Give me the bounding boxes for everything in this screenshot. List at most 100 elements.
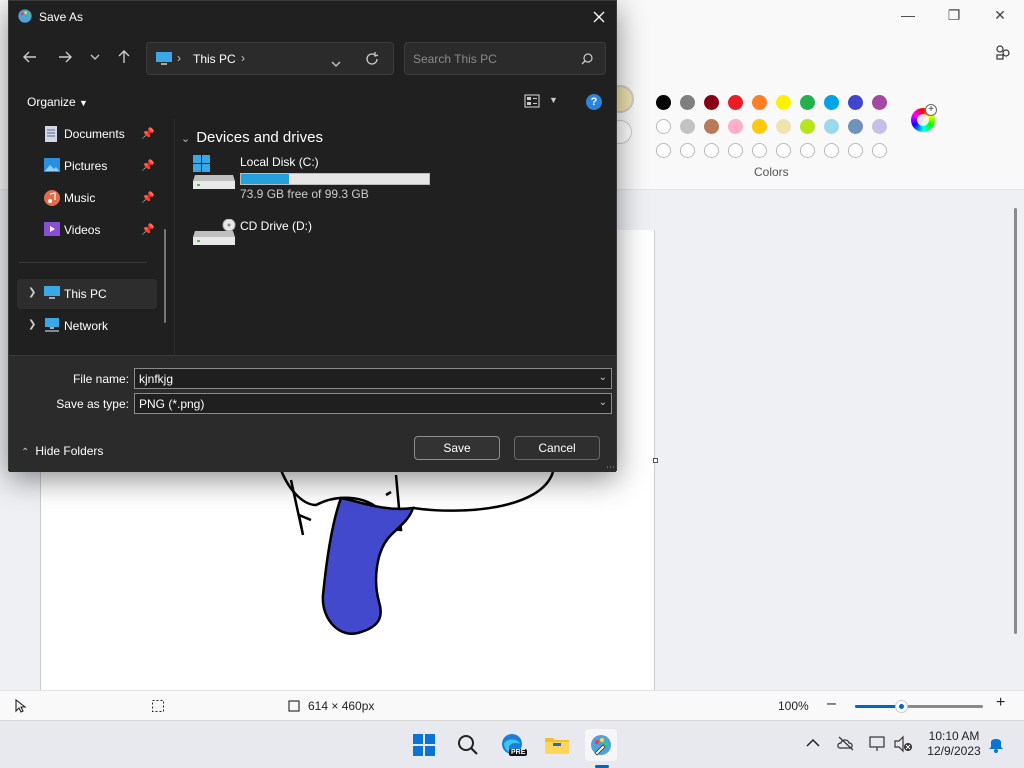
nav-pane-scrollbar[interactable] [164, 229, 166, 323]
group-header[interactable]: ⌄ Devices and drives [181, 129, 323, 146]
color-swatch[interactable] [800, 119, 815, 134]
nav-item-music[interactable]: Music 📌 [17, 183, 157, 213]
custom-color-slot[interactable] [752, 143, 767, 158]
color-swatch[interactable] [728, 95, 743, 110]
canvas-resize-handle[interactable] [653, 458, 658, 463]
pin-icon[interactable]: 📌 [141, 127, 155, 140]
custom-color-slot[interactable] [824, 143, 839, 158]
zoom-in-button[interactable]: + [996, 694, 1005, 712]
refresh-icon[interactable] [365, 52, 379, 69]
expand-chevron-icon[interactable]: ❯ [28, 287, 36, 298]
save-as-type-select[interactable]: PNG (*.png) ⌄ [134, 393, 612, 414]
network-icon[interactable] [868, 735, 888, 756]
notification-bell-icon[interactable] [988, 735, 1004, 756]
change-view-icon[interactable] [524, 94, 540, 111]
start-icon[interactable] [408, 729, 440, 761]
color-swatch[interactable] [752, 119, 767, 134]
chevron-up-icon[interactable] [806, 737, 820, 751]
file-name-dropdown-icon[interactable]: ⌄ [599, 372, 607, 383]
help-icon[interactable]: ? [586, 94, 602, 110]
vertical-scrollbar[interactable] [1014, 208, 1017, 634]
forward-button[interactable] [51, 43, 79, 71]
color-swatch[interactable] [728, 119, 743, 134]
nav-item-this-pc[interactable]: ❯ This PC [17, 279, 157, 309]
nav-item-videos[interactable]: Videos 📌 [17, 215, 157, 245]
back-button[interactable] [16, 43, 44, 71]
custom-color-slot[interactable] [848, 143, 863, 158]
paint-taskbar-icon[interactable] [585, 729, 617, 761]
onedrive-offline-icon[interactable] [836, 735, 856, 754]
custom-color-slot[interactable] [680, 143, 695, 158]
color-swatch[interactable] [848, 95, 863, 110]
zoom-slider-thumb[interactable] [895, 700, 909, 713]
expand-chevron-icon[interactable]: ❯ [28, 319, 36, 330]
volume-muted-icon[interactable] [893, 735, 913, 756]
hide-folders-toggle[interactable]: ⌃ Hide Folders [21, 444, 103, 458]
color-swatch[interactable] [680, 95, 695, 110]
file-explorer-icon[interactable] [541, 729, 573, 761]
color-swatch[interactable] [824, 119, 839, 134]
restore-button[interactable]: ❐ [931, 0, 977, 30]
minimize-button[interactable]: — [885, 0, 931, 30]
zoom-out-button[interactable]: – [827, 695, 836, 713]
breadcrumb-chevron-icon[interactable]: › [241, 51, 245, 65]
address-dropdown-chevron-icon[interactable] [331, 56, 341, 70]
hide-folders-label: Hide Folders [35, 444, 104, 458]
edge-preview-icon[interactable]: PRE [497, 729, 529, 761]
custom-color-slot[interactable] [872, 143, 887, 158]
color-swatch[interactable] [824, 95, 839, 110]
custom-color-slot[interactable] [656, 143, 671, 158]
save-button[interactable]: Save [414, 436, 500, 460]
navigation-bar: › This PC › [9, 37, 616, 79]
pin-icon[interactable]: 📌 [141, 191, 155, 204]
add-color-icon[interactable]: + [925, 104, 937, 116]
nav-item-documents[interactable]: Documents 📌 [17, 119, 157, 149]
search-box[interactable] [404, 42, 606, 75]
drive-local-disk-c[interactable]: Local Disk (C:) 73.9 GB free of 99.3 GB [189, 155, 609, 205]
clock-date: 12/9/2023 [927, 744, 981, 758]
custom-color-slot[interactable] [800, 143, 815, 158]
custom-color-slot[interactable] [776, 143, 791, 158]
color-swatch[interactable] [704, 95, 719, 110]
color-swatch[interactable] [656, 95, 671, 110]
search-icon[interactable] [581, 53, 593, 68]
drive-cd-d[interactable]: CD Drive (D:) [189, 218, 609, 269]
system-clock[interactable]: 10:10 AM 12/9/2023 [918, 729, 990, 759]
view-options-dropdown-icon[interactable]: ▼ [549, 95, 558, 105]
nav-item-pictures[interactable]: Pictures 📌 [17, 151, 157, 181]
copilot-icon[interactable] [993, 42, 1013, 62]
search-icon[interactable] [452, 729, 484, 761]
color-swatch[interactable] [872, 119, 887, 134]
dialog-titlebar: Save As [9, 1, 616, 33]
cursor-position-icon [15, 698, 27, 716]
custom-color-slot[interactable] [704, 143, 719, 158]
color-swatch[interactable] [656, 119, 671, 134]
zoom-slider[interactable] [855, 705, 983, 708]
color-swatch[interactable] [776, 119, 791, 134]
file-name-input[interactable] [139, 371, 579, 387]
color-swatch[interactable] [752, 95, 767, 110]
zoom-level[interactable]: 100% [778, 699, 809, 713]
color-swatch[interactable] [800, 95, 815, 110]
custom-color-slot[interactable] [728, 143, 743, 158]
nav-item-network[interactable]: ❯ Network [17, 311, 157, 341]
search-input[interactable] [413, 51, 573, 67]
file-name-field[interactable]: ⌄ [134, 368, 612, 389]
up-button[interactable] [110, 43, 138, 71]
address-bar[interactable]: › This PC › [146, 42, 394, 75]
color-swatch[interactable] [776, 95, 791, 110]
recent-locations-chevron-icon[interactable] [81, 43, 109, 71]
organize-menu[interactable]: Organize ▼ [27, 95, 88, 109]
close-button[interactable]: ✕ [977, 0, 1023, 30]
color-swatch[interactable] [872, 95, 887, 110]
color-swatch[interactable] [704, 119, 719, 134]
color-swatch[interactable] [848, 119, 863, 134]
resize-grip-icon[interactable]: ⋯ [606, 462, 615, 473]
save-as-type-dropdown-icon[interactable]: ⌄ [599, 397, 607, 408]
address-location[interactable]: This PC [193, 52, 236, 66]
color-swatch[interactable] [680, 119, 695, 134]
pin-icon[interactable]: 📌 [141, 223, 155, 236]
dialog-close-button[interactable] [581, 3, 617, 31]
pin-icon[interactable]: 📌 [141, 159, 155, 172]
cancel-button[interactable]: Cancel [514, 436, 600, 460]
